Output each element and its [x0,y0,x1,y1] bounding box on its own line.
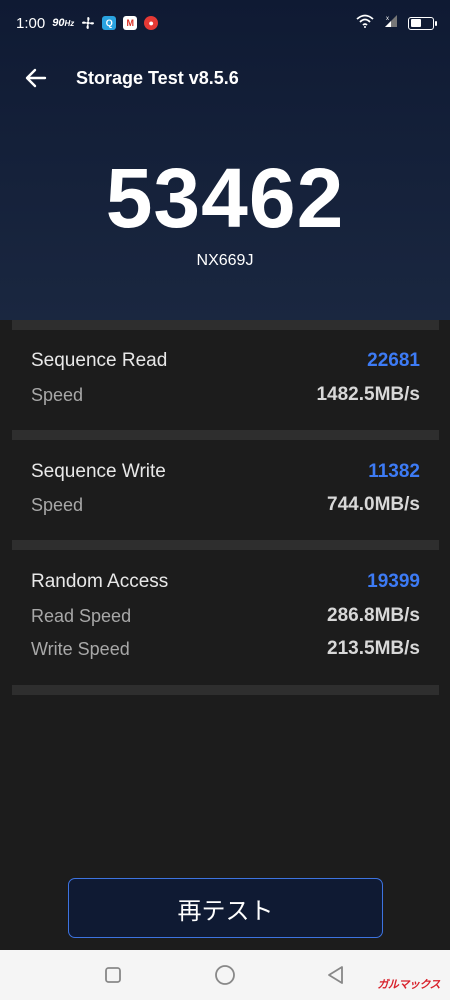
status-time: 1:00 [16,14,46,32]
device-name: NX669J [196,252,254,269]
sequence-write-score: 11382 [368,461,420,482]
system-nav-bar [0,950,450,1000]
arrow-left-icon [25,68,47,88]
sequence-read-row: Sequence Read 22681 [31,350,420,372]
section-divider [12,540,439,550]
fan-icon [81,16,95,30]
home-icon[interactable] [212,962,238,988]
battery-icon [408,16,437,30]
random-access-title: Random Access [31,571,169,592]
sequence-read-speed-row: Speed 1482.5MB/s [31,384,420,406]
random-write-speed-label: Write Speed [31,638,130,659]
svg-text:x: x [386,16,389,22]
retest-button[interactable]: 再テスト [68,878,383,938]
q-app-icon: Q [102,16,117,30]
gmail-icon: M [123,16,138,30]
sequence-write-row: Sequence Write 11382 [31,461,420,483]
sequence-read-score: 22681 [367,350,420,371]
sequence-write-speed-label: Speed [31,494,84,515]
sequence-write-title: Sequence Write [31,461,166,482]
refresh-rate-value: 90 [52,17,65,29]
refresh-rate: 90Hz [52,17,74,29]
wifi-icon [356,14,374,32]
random-read-speed-row: Read Speed 286.8MB/s [31,605,420,627]
total-score: 53462 [105,151,345,245]
section-divider [12,685,439,695]
sequence-write-speed-value: 744.0MB/s [327,494,420,515]
random-read-speed-value: 286.8MB/s [327,605,420,626]
back-button[interactable] [0,52,72,104]
random-access-score: 19399 [367,571,420,592]
section-divider [12,320,439,330]
app-bar: Storage Test v8.5.6 [0,52,450,104]
sequence-read-speed-label: Speed [31,384,84,405]
random-access-row: Random Access 19399 [31,571,420,593]
random-read-speed-label: Read Speed [31,605,132,626]
watermark: ガルマックス [377,979,440,991]
section-divider [12,430,439,440]
refresh-rate-unit: Hz [64,19,75,28]
random-write-speed-row: Write Speed 213.5MB/s [31,638,420,660]
sequence-read-title: Sequence Read [31,350,168,371]
tomato-app-icon: ● [144,16,159,30]
sequence-read-speed-value: 1482.5MB/s [316,384,420,405]
status-bar: 1:00 90Hz Q M ● x [0,0,450,46]
recent-apps-icon[interactable] [100,962,126,988]
page-title: Storage Test v8.5.6 [76,67,239,88]
signal-icon: x [384,14,398,32]
sequence-write-speed-row: Speed 744.0MB/s [31,494,420,516]
random-write-speed-value: 213.5MB/s [327,638,420,659]
back-triangle-icon[interactable] [323,962,349,988]
